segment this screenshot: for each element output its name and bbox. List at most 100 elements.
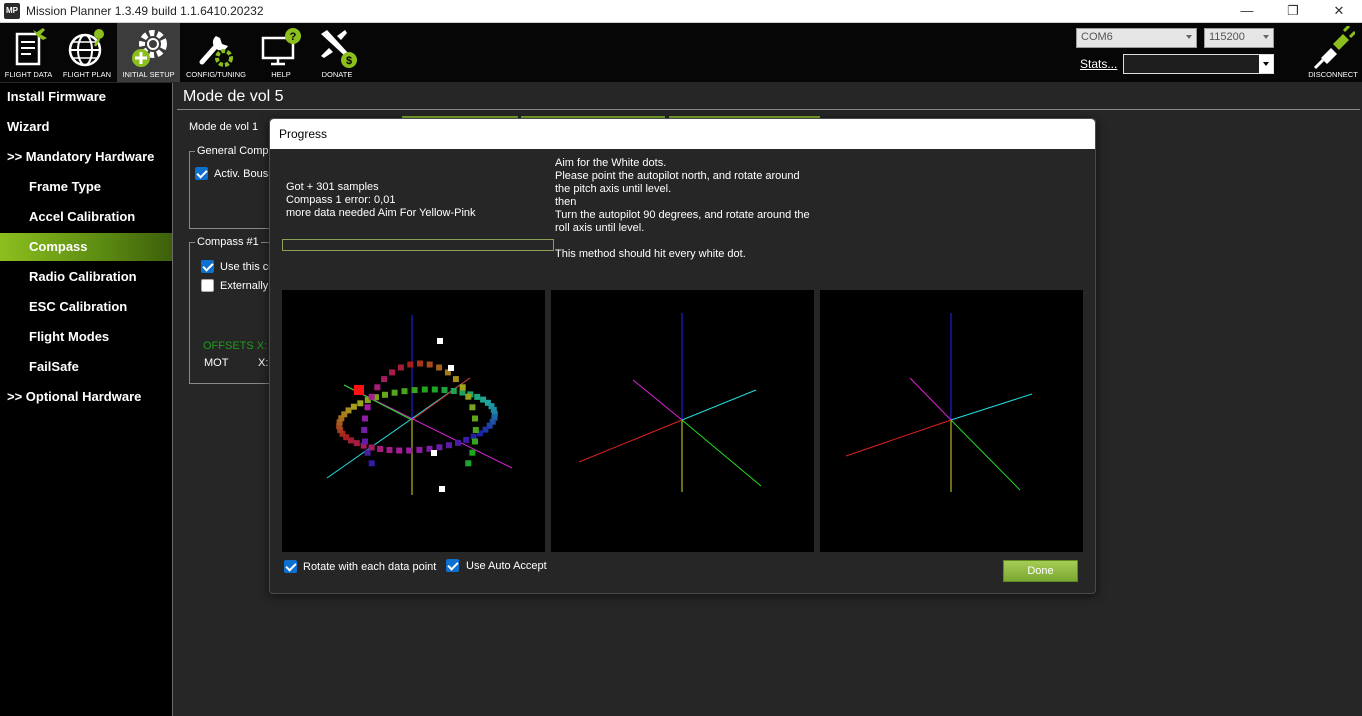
sidebar-item-wizard[interactable]: Wizard [0,113,172,141]
sample-dot [482,426,489,433]
current-sample-dot [354,385,364,395]
sample-dot [368,460,375,467]
sample-dot [368,444,375,451]
calibration-progress-bar [282,239,554,251]
rotate-with-data-label: Rotate with each data point [303,561,437,573]
config-tuning-icon [199,36,233,67]
sample-dot [361,427,368,433]
port-value: COM6 [1081,31,1113,43]
calibration-instructions: Aim for the White dots. Please point the… [555,157,810,260]
sample-sphere-view[interactable] [282,290,545,552]
done-button[interactable]: Done [1003,560,1078,582]
sample-dot [446,442,452,449]
sample-dot [377,446,384,452]
auto-accept-checkbox[interactable] [446,559,459,572]
sample-dot [350,403,357,410]
window-titlebar: MP Mission Planner 1.3.49 build 1.1.6410… [0,0,1362,23]
offsets-label: OFFSETS X: [203,340,268,352]
sample-dot [391,389,398,396]
sample-dot [472,415,478,422]
chevron-down-icon [1263,35,1269,39]
help-button[interactable]: ? HELP [252,23,310,82]
sample-dot [436,444,443,451]
baud-value: 115200 [1209,31,1245,43]
title-divider [177,109,1360,110]
dialog-title: Progress [279,127,328,141]
flight-plan-button[interactable]: FLIGHT PLAN [58,23,116,82]
sample-dot [469,449,476,456]
sample-dot [407,361,414,368]
use-this-compass-checkbox[interactable] [201,260,214,273]
auto-accept-label: Use Auto Accept [466,560,547,572]
sample-dot [345,407,352,414]
target-dot [439,486,445,492]
sample-dot [465,393,472,400]
sample-dot [362,415,368,422]
chevron-down-icon [1186,35,1192,39]
sample-dot [396,447,403,454]
sample-dot [364,449,371,456]
pitch-axis-view[interactable] [551,290,814,552]
minimize-icon[interactable]: — [1224,0,1270,23]
sample-dot [401,388,408,395]
sidebar-item-mandatory-hardware[interactable]: >> Mandatory Hardware [0,143,172,171]
app-logo-icon: MP [4,3,20,19]
initial-setup-button[interactable]: INITIAL SETUP [117,23,180,82]
enable-compass-checkbox[interactable] [195,167,208,180]
roll-axis-plot [845,313,1033,492]
sample-dot [450,388,457,394]
donate-button[interactable]: $ DONATE [311,23,363,82]
restore-icon[interactable]: ❐ [1270,0,1316,23]
disconnect-button[interactable]: DISCONNECT [1304,23,1362,82]
sidebar-item-radio-calibration[interactable]: Radio Calibration [0,263,172,291]
sample-dot [441,387,448,393]
sidebar-item-flight-modes[interactable]: Flight Modes [0,323,172,351]
mot-x-label: X: [258,357,269,369]
externally-mounted-checkbox[interactable] [201,279,214,292]
sample-dot [397,364,404,371]
sidebar-item-compass[interactable]: Compass [0,233,172,261]
baud-select[interactable]: 115200 [1204,28,1274,48]
sample-dot [364,404,371,411]
config-tuning-button[interactable]: CONFIG/TUNING [181,23,251,82]
rotate-with-data-checkbox[interactable] [284,560,297,573]
sample-dot [362,438,368,445]
sample-dot [459,384,466,391]
help-label: HELP [271,70,291,79]
sample-dot [357,400,364,407]
sidebar-item-install-firmware[interactable]: Install Firmware [0,83,172,111]
stats-link[interactable]: Stats... [1080,57,1117,71]
flight-data-button[interactable]: FLIGHT DATA [0,23,57,82]
sample-dot [459,389,466,396]
port-select[interactable]: COM6 [1076,28,1197,48]
setup-sidebar: Install Firmware Wizard >> Mandatory Har… [0,83,172,716]
sidebar-item-frame-type[interactable]: Frame Type [0,173,172,201]
target-dot [448,365,454,371]
sidebar-item-esc-calibration[interactable]: ESC Calibration [0,293,172,321]
sample-dot [368,393,375,400]
disconnect-plug-icon [1313,26,1355,70]
sample-dot [455,439,461,446]
sidebar-item-failsafe[interactable]: FailSafe [0,353,172,381]
sample-dot [382,391,388,398]
sample-dot [472,427,479,433]
target-dot [437,338,443,344]
sample-sphere-plot [326,315,513,495]
calibration-status: Got + 301 samples Compass 1 error: 0,01 … [286,181,476,219]
close-icon[interactable]: ✕ [1316,0,1362,23]
donate-label: DONATE [321,70,353,79]
sample-dot [416,446,423,453]
roll-axis-view[interactable] [820,290,1083,552]
compass1-group-title: Compass #1 [195,236,261,248]
sample-dot [469,404,476,411]
stats-select[interactable] [1123,54,1274,74]
sidebar-item-optional-hardware[interactable]: >> Optional Hardware [0,383,172,411]
page-title: Mode de vol 5 [183,88,284,105]
sample-dot [452,376,459,383]
sidebar-item-accel-calibration[interactable]: Accel Calibration [0,203,172,231]
sample-dot [389,369,396,376]
sample-dot [406,447,413,454]
config-tuning-label: CONFIG/TUNING [186,70,246,79]
sample-dot [463,436,470,443]
svg-text:?: ? [290,31,297,43]
